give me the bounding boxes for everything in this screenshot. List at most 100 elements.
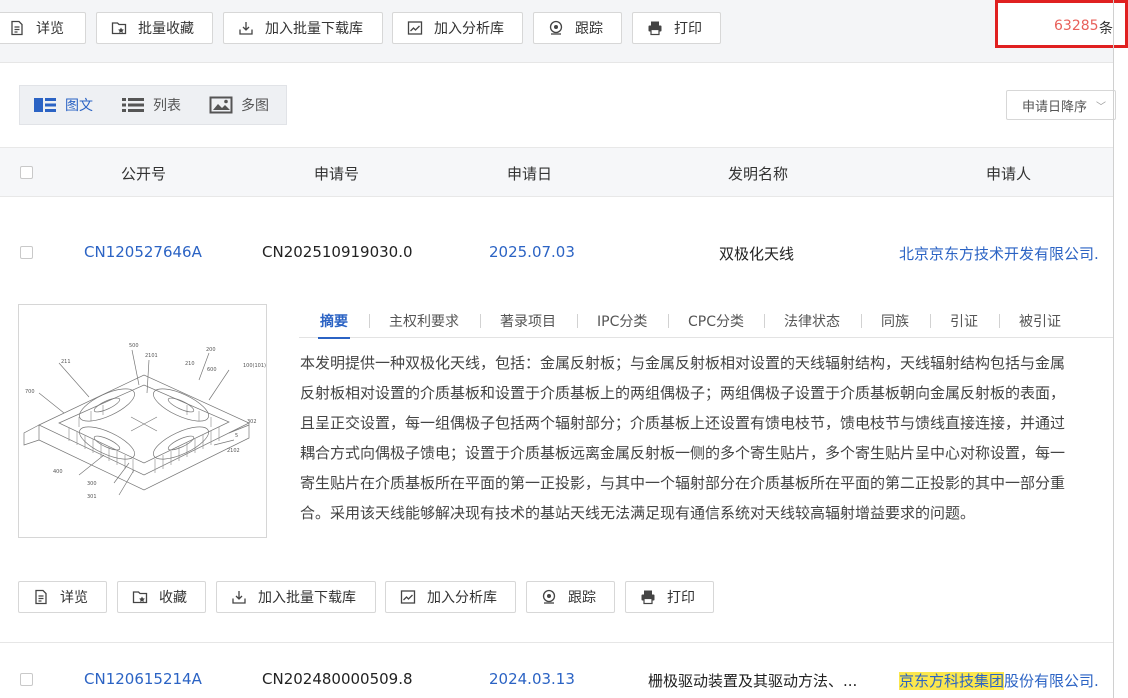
tab-ipc[interactable]: IPC分类 (597, 311, 647, 331)
row-checkbox[interactable] (20, 673, 33, 686)
pub-no-link[interactable]: CN120615214A (84, 670, 202, 688)
select-all-checkbox[interactable] (20, 166, 33, 179)
track-label: 跟踪 (575, 21, 603, 37)
pub-no-link[interactable]: CN120527646A (84, 243, 202, 261)
applicant-rest: 股份有限公司. (1004, 672, 1099, 690)
row-checkbox[interactable] (20, 246, 33, 259)
track-icon (548, 20, 564, 36)
figure-label: 2102 (227, 448, 240, 454)
figure-label: 301 (87, 494, 97, 500)
app-no: CN202510919030.0 (262, 243, 413, 261)
search-highlight: 京东方科技集团 (899, 672, 1005, 690)
add-batch-download-button[interactable]: 加入批量下载库 (223, 12, 383, 44)
abstract-line: 反射板相对设置的介质基板和设置于介质基板上的两组偶极子；两组偶极子设置于介质基板… (300, 384, 1066, 402)
list-view-icon (121, 95, 145, 115)
tab-list[interactable]: 列表 (121, 95, 181, 115)
tab-divider (861, 314, 862, 328)
download-icon (231, 589, 247, 605)
figure-label: 5 (235, 433, 238, 439)
tab-multi-image-label: 多图 (241, 98, 269, 114)
invention-title[interactable]: 双极化天线 (719, 243, 794, 264)
tab-list-label: 列表 (153, 98, 181, 114)
tab-bibliographic[interactable]: 著录项目 (500, 311, 556, 331)
antenna-drawing-icon: 500 2101 200 211 210 600 100(101) 700 302 5 2102 40… (23, 343, 266, 500)
record-detail-tabs: 摘要 主权利要求 著录项目 IPC分类 CPC分类 法律状态 同族 引证 被引证 (299, 308, 1113, 339)
abstract-line: 合。采用该天线能够解决现有技术的基站天线无法满足现有通信系统对天线较高辐射增益要… (300, 504, 976, 522)
result-count-unit: 条 (1099, 21, 1113, 37)
tab-legal-status[interactable]: 法律状态 (784, 311, 840, 331)
abstract-line: 本发明提供一种双极化天线，包括：金属反射板；与金属反射板相对设置的天线辐射结构，… (300, 354, 1066, 372)
header-app-no: 申请号 (314, 165, 360, 183)
tab-graphic-label: 图文 (65, 98, 93, 114)
scroll-divider (1113, 0, 1114, 698)
tab-graphic[interactable]: 图文 (33, 95, 93, 115)
graphic-view-icon (33, 95, 57, 115)
figure-label: 210 (185, 361, 195, 367)
batch-favorite-label: 批量收藏 (138, 21, 194, 37)
tab-cited-by[interactable]: 被引证 (1019, 311, 1061, 331)
top-toolbar: 详览 批量收藏 加入批量下载库 加入分析库 跟踪 打印 (0, 0, 1113, 63)
document-icon (9, 20, 25, 36)
invention-title[interactable]: 栅极驱动装置及其驱动方法、... (648, 670, 857, 691)
row-favorite-label: 收藏 (159, 590, 187, 606)
track-icon (541, 589, 557, 605)
figure-label: 600 (207, 367, 217, 373)
tab-cpc[interactable]: CPC分类 (688, 311, 744, 331)
figure-label: 200 (206, 347, 216, 353)
applicant-link[interactable]: 京东方科技集团股份有限公司. (899, 670, 1099, 691)
abstract-line: 且呈正交设置，每一组偶极子包括两个辐射部分；介质基板上还设置有馈电枝节，馈电枝节… (300, 414, 1066, 432)
row-track-button[interactable]: 跟踪 (526, 581, 615, 613)
tab-multi-image[interactable]: 多图 (209, 95, 269, 115)
batch-favorite-button[interactable]: 批量收藏 (96, 12, 213, 44)
abstract-text: 本发明提供一种双极化天线，包括：金属反射板；与金属反射板相对设置的天线辐射结构，… (300, 348, 1113, 528)
row-detail-button[interactable]: 详览 (18, 581, 107, 613)
row-divider (0, 642, 1113, 643)
row-add-batch-download-label: 加入批量下载库 (258, 590, 356, 606)
analysis-icon (407, 20, 423, 36)
figure-label: 500 (129, 343, 139, 349)
tab-family[interactable]: 同族 (881, 311, 909, 331)
app-date-link[interactable]: 2025.07.03 (489, 243, 575, 261)
analysis-icon (400, 589, 416, 605)
download-icon (238, 20, 254, 36)
document-icon (33, 589, 49, 605)
add-analysis-button[interactable]: 加入分析库 (392, 12, 523, 44)
add-analysis-label: 加入分析库 (434, 21, 504, 37)
tab-main-claim[interactable]: 主权利要求 (389, 311, 459, 331)
applicant-link[interactable]: 北京京东方技术开发有限公司. (899, 243, 1099, 264)
app-date-link[interactable]: 2024.03.13 (489, 670, 575, 688)
print-button[interactable]: 打印 (632, 12, 721, 44)
tab-citations[interactable]: 引证 (950, 311, 978, 331)
figure-label: 300 (87, 481, 97, 487)
row-detail-label: 详览 (60, 590, 88, 606)
tab-divider (668, 314, 669, 328)
figure-label: 700 (25, 389, 35, 395)
result-count: 63285 (1054, 18, 1099, 34)
view-mode-tabs: 图文 列表 多图 (19, 85, 287, 125)
sort-label: 申请日降序 (1022, 99, 1088, 115)
track-button[interactable]: 跟踪 (533, 12, 622, 44)
abstract-line: 耦合方式向偶极子馈电；设置于介质基板远离金属反射板一侧的多个寄生贴片，多个寄生贴… (300, 444, 1066, 462)
row-print-button[interactable]: 打印 (625, 581, 714, 613)
row-favorite-button[interactable]: 收藏 (117, 581, 206, 613)
row-print-label: 打印 (667, 590, 695, 606)
row-add-analysis-label: 加入分析库 (427, 590, 497, 606)
figure-label: 211 (61, 359, 71, 365)
tab-divider (577, 314, 578, 328)
abstract-line: 寄生贴片在介质基板所在平面的第一正投影，与其中一个辐射部分在介质基板所在平面的第… (300, 474, 1066, 492)
row-add-batch-download-button[interactable]: 加入批量下载库 (216, 581, 376, 613)
figure-labels: 500 2101 200 211 210 600 100(101) 700 302 5 2102 40… (25, 343, 266, 500)
tab-divider (999, 314, 1000, 328)
patent-figure-thumbnail[interactable]: 500 2101 200 211 210 600 100(101) 700 302 5 2102 40… (18, 304, 267, 538)
chevron-down-icon: ﹀ (1096, 101, 1107, 113)
detail-button[interactable]: 详览 (0, 12, 86, 44)
header-app-date: 申请日 (507, 165, 553, 183)
tab-divider (480, 314, 481, 328)
row-add-analysis-button[interactable]: 加入分析库 (385, 581, 516, 613)
add-batch-download-label: 加入批量下载库 (265, 21, 363, 37)
favorite-folder-icon (132, 589, 148, 605)
figure-label: 400 (53, 469, 63, 475)
sort-dropdown[interactable]: 申请日降序 ﹀ (1006, 90, 1116, 120)
tab-abstract[interactable]: 摘要 (318, 311, 350, 339)
figure-label: 100(101) (243, 363, 266, 369)
